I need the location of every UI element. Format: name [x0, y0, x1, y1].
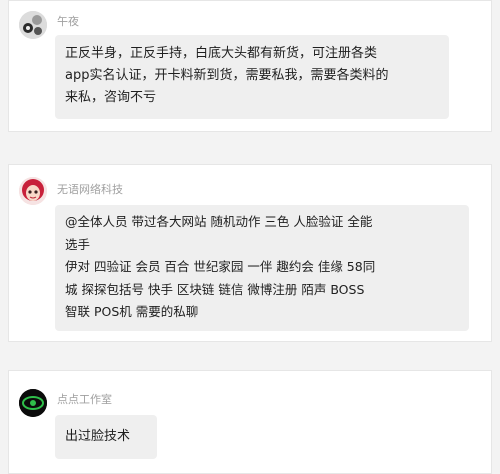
sender-name: 午夜 — [57, 15, 79, 28]
sender-avatar-1[interactable] — [19, 11, 47, 39]
message-card-2: 无语网络科技 @全体人员 带过各大网站 随机动作 三色 人脸验证 全能 选手 伊… — [8, 164, 492, 342]
message-line: 正反半身，正反手持，白底大头都有新货，可注册各类 — [65, 46, 378, 61]
message-bubble: @全体人员 带过各大网站 随机动作 三色 人脸验证 全能 选手 伊对 四验证 会… — [55, 205, 469, 331]
sender-avatar-2[interactable] — [19, 177, 47, 205]
message-card-1: 午夜 正反半身，正反手持，白底大头都有新货，可注册各类 app实名认证，开卡料新… — [8, 0, 492, 132]
eye-logo-icon — [19, 389, 47, 417]
cartoon-girl-avatar-icon — [19, 177, 47, 205]
message-line: 伊对 四验证 会员 百合 世纪家园 一伴 趣约会 佳缘 58同 — [65, 259, 376, 274]
message-card-3: 点点工作室 出过脸技术 — [8, 370, 492, 474]
sender-name: 点点工作室 — [57, 393, 112, 406]
message-line: @全体人员 带过各大网站 随机动作 三色 人脸验证 全能 — [65, 214, 373, 229]
sender-name: 无语网络科技 — [57, 183, 123, 196]
message-bubble: 正反半身，正反手持，白底大头都有新货，可注册各类 app实名认证，开卡料新到货，… — [55, 35, 449, 119]
message-line: 来私，咨询不亏 — [65, 90, 157, 105]
message-bubble: 出过脸技术 — [55, 415, 157, 459]
message-line: app实名认证，开卡料新到货，需要私我，需要各类料的 — [65, 68, 389, 83]
message-line: 智联 POS机 需要的私聊 — [65, 304, 199, 319]
message-line: 城 探探包括号 快手 区块链 链信 微博注册 陌声 BOSS — [65, 281, 365, 297]
sender-avatar-3[interactable] — [19, 389, 47, 417]
message-line: 出过脸技术 — [65, 429, 131, 444]
message-line: 选手 — [65, 236, 91, 252]
avatar-image-icon — [19, 11, 47, 39]
